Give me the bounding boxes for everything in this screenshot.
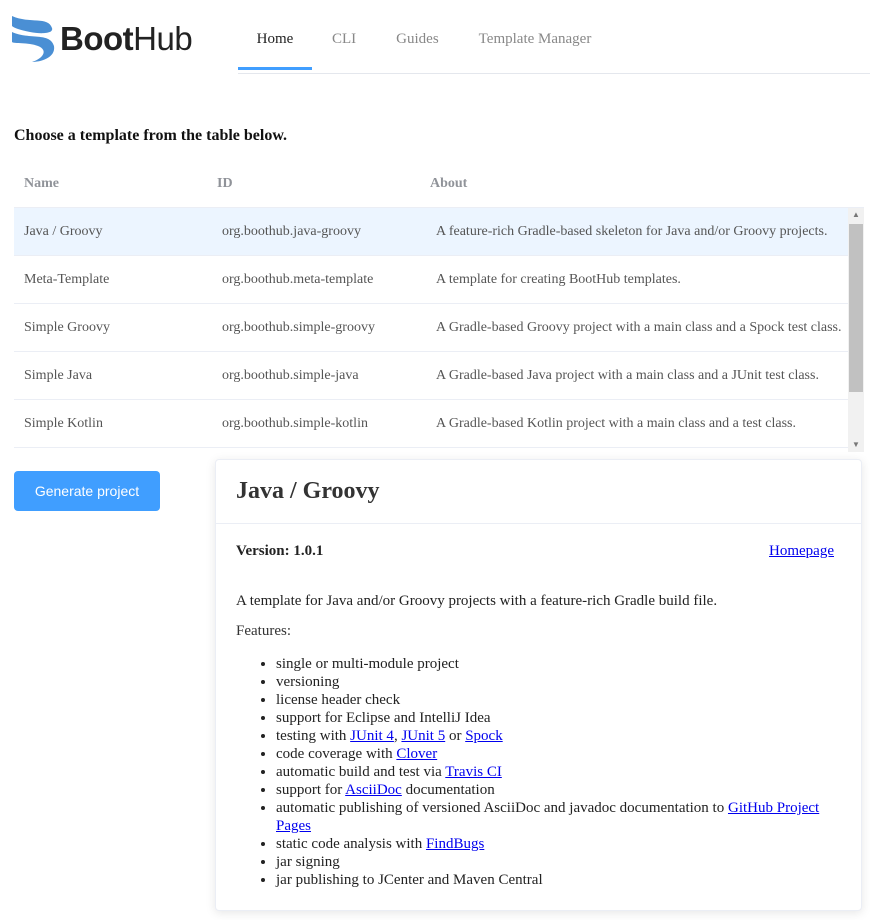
tab-template-manager[interactable]: Template Manager xyxy=(459,0,612,70)
feature-link[interactable]: AsciiDoc xyxy=(345,782,402,798)
feature-text: support for Eclipse and IntelliJ Idea xyxy=(276,710,491,726)
detail-title: Java / Groovy xyxy=(216,460,861,524)
feature-link[interactable]: Spock xyxy=(465,728,503,744)
cell-name: Meta-Template xyxy=(24,271,110,287)
cell-id: org.boothub.simple-groovy xyxy=(222,319,375,335)
feature-item: single or multi-module project xyxy=(276,655,841,673)
header-id[interactable]: ID xyxy=(212,176,426,192)
table-scrollbar[interactable]: ▲ ▼ xyxy=(848,208,864,452)
templates-table: Name ID About Java / Groovy org.boothub.j… xyxy=(14,160,864,452)
boothub-logo[interactable]: BootHub xyxy=(10,14,193,64)
feature-text: documentation xyxy=(401,782,495,798)
feature-text: versioning xyxy=(276,674,340,690)
table-header: Name ID About xyxy=(14,160,864,208)
feature-item: automatic build and test via Travis CI xyxy=(276,763,841,781)
cell-name: Simple Kotlin xyxy=(24,415,103,431)
main-nav: Home CLI Guides Template Manager xyxy=(238,0,870,74)
cell-name: Simple Groovy xyxy=(24,319,110,335)
feature-text: code coverage with xyxy=(276,746,397,762)
cell-id: org.boothub.java-groovy xyxy=(222,223,361,239)
feature-text: testing with xyxy=(276,728,351,744)
feature-text: jar signing xyxy=(276,854,340,870)
template-detail-card: Java / Groovy Version: 1.0.1 Homepage A … xyxy=(215,459,862,911)
feature-item: jar publishing to JCenter and Maven Cent… xyxy=(276,871,841,889)
feature-text: automatic publishing of versioned AsciiD… xyxy=(276,800,728,816)
cell-id: org.boothub.simple-kotlin xyxy=(222,415,368,431)
table-row[interactable]: Simple Java org.boothub.simple-java A Grad… xyxy=(14,352,848,400)
table-row[interactable]: Simple Kotlin org.boothub.simple-kotlin A … xyxy=(14,400,848,448)
feature-link[interactable]: Travis CI xyxy=(445,764,502,780)
cell-about: A feature-rich Gradle-based skeleton for… xyxy=(436,223,828,239)
features-label: Features: xyxy=(236,623,291,639)
feature-item: support for AsciiDoc documentation xyxy=(276,781,841,799)
cell-about: A template for creating BootHub template… xyxy=(436,271,681,287)
feature-text: or xyxy=(445,728,466,744)
detail-description: A template for Java and/or Groovy projec… xyxy=(236,593,718,609)
table-body: Java / Groovy org.boothub.java-groovy A fe… xyxy=(14,208,864,452)
table-row[interactable]: Java / Groovy org.boothub.java-groovy A fe… xyxy=(14,208,848,256)
feature-text: automatic build and test via xyxy=(276,764,446,780)
generate-project-button[interactable]: Generate project xyxy=(14,471,160,511)
feature-item: versioning xyxy=(276,673,841,691)
feature-item: support for Eclipse and IntelliJ Idea xyxy=(276,709,841,727)
cell-about: A Gradle-based Groovy project with a mai… xyxy=(436,319,842,335)
feature-text: license header check xyxy=(276,692,401,708)
feature-item: static code analysis with FindBugs xyxy=(276,835,841,853)
scroll-down-arrow-icon[interactable]: ▼ xyxy=(848,438,864,452)
homepage-link[interactable]: Homepage xyxy=(769,543,834,560)
feature-link[interactable]: JUnit 4 xyxy=(350,728,394,744)
feature-link[interactable]: FindBugs xyxy=(426,836,484,852)
feature-item: code coverage with Clover xyxy=(276,745,841,763)
feature-text: jar publishing to JCenter and Maven Cent… xyxy=(276,872,543,888)
cell-id: org.boothub.simple-java xyxy=(222,367,359,383)
page-prompt: Choose a template from the table below. xyxy=(14,127,287,144)
feature-text: static code analysis with xyxy=(276,836,426,852)
tab-home[interactable]: Home xyxy=(238,0,312,70)
table-row[interactable]: Simple Groovy org.boothub.simple-groovy A … xyxy=(14,304,848,352)
scrollbar-thumb[interactable] xyxy=(849,224,863,392)
features-list: single or multi-module project versioning… xyxy=(236,655,841,889)
header-about[interactable]: About xyxy=(426,176,864,192)
feature-link[interactable]: JUnit 5 xyxy=(401,728,445,744)
feature-link[interactable]: Clover xyxy=(396,746,437,762)
cell-name: Java / Groovy xyxy=(24,223,103,239)
feature-text: single or multi-module project xyxy=(276,656,459,672)
table-row[interactable]: Meta-Template org.boothub.meta-template A … xyxy=(14,256,848,304)
logo-mark-icon xyxy=(12,16,55,62)
feature-text: support for xyxy=(276,782,346,798)
feature-item: automatic publishing of versioned AsciiD… xyxy=(276,799,841,835)
logo-text: BootHub xyxy=(60,20,193,57)
feature-item: jar signing xyxy=(276,853,841,871)
tab-cli[interactable]: CLI xyxy=(312,0,376,70)
tab-guides[interactable]: Guides xyxy=(376,0,459,70)
cell-about: A Gradle-based Java project with a main … xyxy=(436,367,819,383)
header-name[interactable]: Name xyxy=(14,176,212,192)
scroll-up-arrow-icon[interactable]: ▲ xyxy=(848,208,864,222)
detail-version: Version: 1.0.1 xyxy=(236,543,324,559)
cell-about: A Gradle-based Kotlin project with a mai… xyxy=(436,415,797,431)
cell-name: Simple Java xyxy=(24,367,93,383)
cell-id: org.boothub.meta-template xyxy=(222,271,374,287)
feature-item: license header check xyxy=(276,691,841,709)
feature-item: testing with JUnit 4, JUnit 5 or Spock xyxy=(276,727,841,745)
